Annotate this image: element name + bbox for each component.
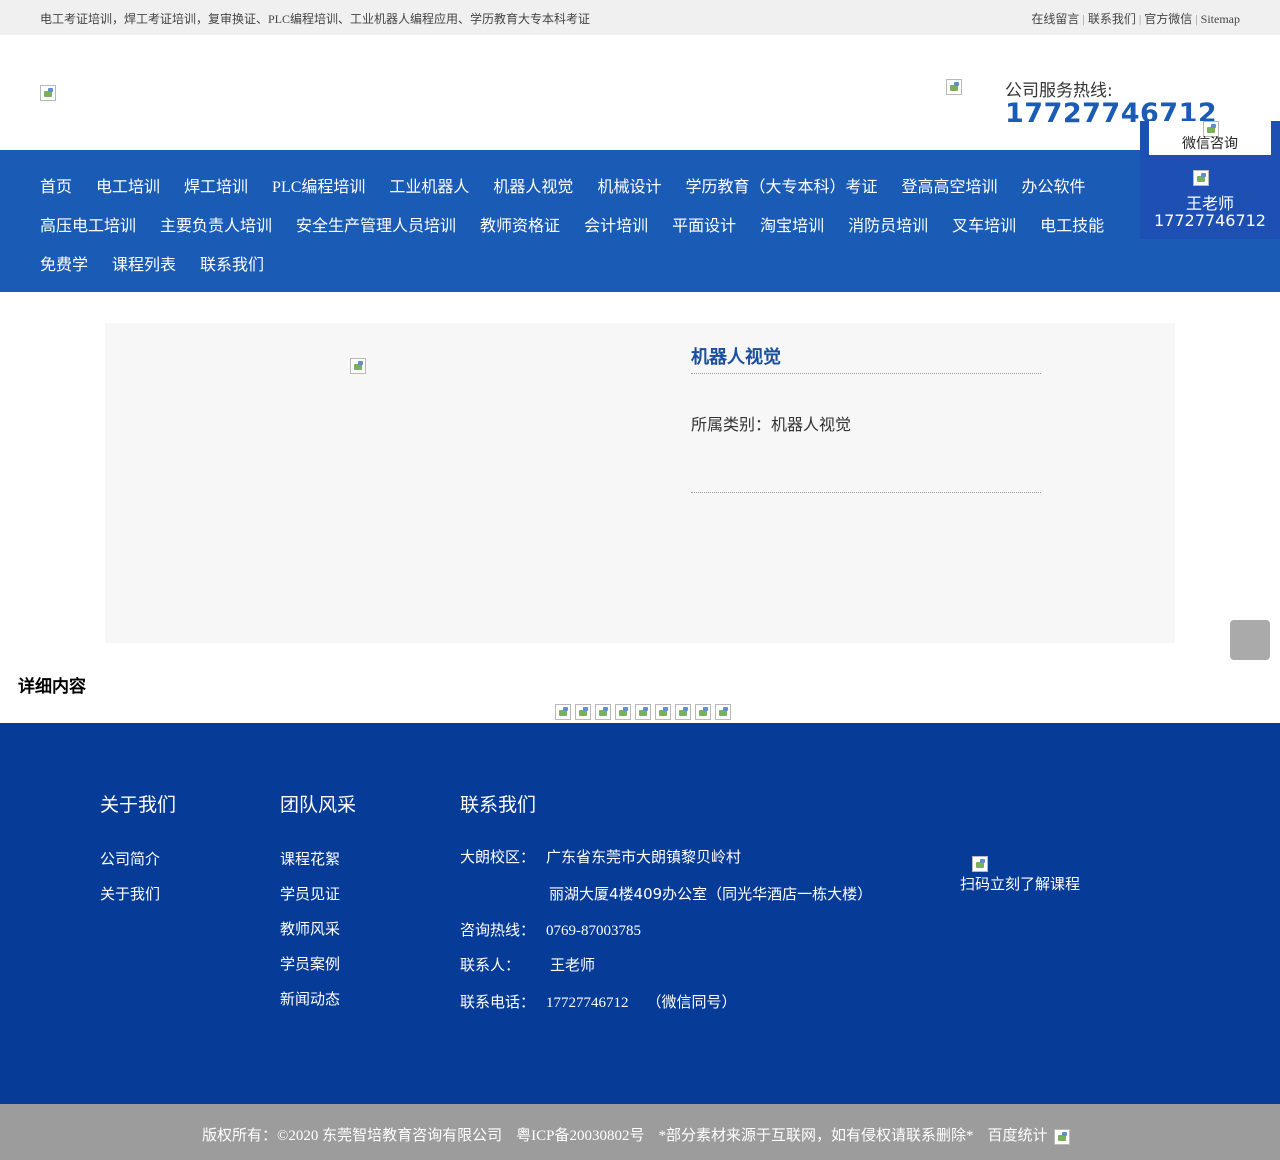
- footer-link[interactable]: 关于我们: [100, 883, 160, 904]
- detail-image: [655, 704, 671, 721]
- nav-item[interactable]: 安全生产管理人员培训: [296, 212, 456, 236]
- detail-image: [715, 704, 731, 721]
- nav-item[interactable]: 教师资格证: [480, 212, 560, 236]
- link-contact[interactable]: 联系我们: [1088, 12, 1136, 26]
- nav-item[interactable]: 高压电工培训: [40, 212, 136, 236]
- site-logo[interactable]: [40, 85, 56, 102]
- footer-link[interactable]: 课程花絮: [280, 848, 340, 869]
- link-message[interactable]: 在线留言: [1031, 12, 1079, 26]
- nav-item[interactable]: 焊工培训: [184, 173, 248, 197]
- nav-item[interactable]: 会计培训: [584, 212, 648, 236]
- nav-item[interactable]: 消防员培训: [848, 212, 928, 236]
- contact-phone-row: 联系电话： 17727746712 （微信同号）: [460, 991, 737, 1012]
- detail-heading: 详细内容: [18, 677, 86, 697]
- nav-item[interactable]: 叉车培训: [952, 212, 1016, 236]
- footer-link[interactable]: 新闻动态: [280, 988, 340, 1009]
- product-panel: 机器人视觉 所属类别：机器人视觉: [105, 323, 1175, 643]
- detail-image: [575, 704, 591, 721]
- phone-note: （微信同号）: [646, 993, 737, 1011]
- nav-item[interactable]: 主要负责人培训: [160, 212, 272, 236]
- person-label: 联系人：: [460, 956, 521, 974]
- footer-heading: 团队风采: [280, 794, 357, 816]
- campus-label: 大朗校区：: [460, 848, 536, 866]
- copyright-bar: 版权所有：©2020 东莞智培教育咨询有限公司 粤ICP备20030802号 *部分…: [0, 1104, 1280, 1160]
- nav-item[interactable]: 工业机器人: [389, 173, 469, 197]
- detail-image: [695, 704, 711, 721]
- address-line-1: 广东省东莞市大朗镇黎贝岭村: [546, 848, 742, 866]
- contact-hotline-row: 咨询热线： 0769-87003785: [460, 919, 641, 940]
- back-to-top-button[interactable]: [1230, 620, 1270, 660]
- nav-row-1: 首页 电工培训 焊工培训 PLC编程培训 工业机器人 机器人视觉 机械设计 学历教育（大专本科…: [40, 173, 1110, 197]
- footer: 关于我们 公司简介 关于我们 团队风采 课程花絮 学员见证 教师风采 学员案例 …: [0, 723, 1280, 1104]
- contact-address-row-2: 丽湖大厦4楼409办公室（同光华酒店一栋大楼）: [549, 883, 872, 904]
- main-nav: 首页 电工培训 焊工培训 PLC编程培训 工业机器人 机器人视觉 机械设计 学历教育（大专本科…: [0, 150, 1280, 292]
- detail-images: [555, 703, 735, 721]
- phone-label: 联系电话：: [460, 993, 536, 1011]
- divider: [691, 373, 1041, 374]
- person-value: 王老师: [550, 956, 596, 974]
- footer-heading: 关于我们: [100, 794, 177, 816]
- wechat-consult-label: 微信咨询: [1182, 137, 1238, 152]
- site-tagline: 电工考证培训，焊工考证培训，复审换证、PLC编程培训、工业机器人编程应用、学历教…: [40, 12, 591, 26]
- footer-link[interactable]: 学员见证: [280, 883, 340, 904]
- nav-item[interactable]: 首页: [40, 173, 72, 197]
- detail-image: [615, 704, 631, 721]
- nav-item[interactable]: 淘宝培训: [760, 212, 824, 236]
- nav-item[interactable]: 课程列表: [112, 251, 176, 275]
- nav-item[interactable]: 电工技能: [1040, 212, 1104, 236]
- nav-item[interactable]: 学历教育（大专本科）考证: [685, 173, 877, 197]
- nav-item[interactable]: PLC编程培训: [272, 173, 365, 197]
- phone-icon: [946, 79, 962, 96]
- product-category: 所属类别：机器人视觉: [691, 415, 852, 434]
- detail-image: [635, 704, 651, 721]
- top-bar: 电工考证培训，焊工考证培训，复审换证、PLC编程培训、工业机器人编程应用、学历教…: [0, 0, 1280, 35]
- footer-link[interactable]: 学员案例: [280, 953, 340, 974]
- product-image: [350, 358, 366, 374]
- nav-row-3: 免费学 课程列表 联系我们: [40, 251, 288, 275]
- nav-item[interactable]: 联系我们: [200, 251, 264, 275]
- hotline-value: 0769-87003785: [546, 923, 641, 939]
- stats-icon: [1053, 1128, 1070, 1145]
- copyright-notice: *部分素材来源于互联网，如有侵权请联系删除*: [658, 1128, 974, 1144]
- contact-phone[interactable]: 17727746712: [1140, 211, 1280, 230]
- top-links: 在线留言 | 联系我们 | 官方微信 | Sitemap: [1031, 12, 1240, 26]
- footer-heading: 联系我们: [460, 794, 537, 816]
- divider: [691, 492, 1041, 493]
- footer-link[interactable]: 公司简介: [100, 848, 160, 869]
- detail-image: [555, 704, 571, 721]
- footer-link[interactable]: 教师风采: [280, 918, 340, 939]
- phone-value: 17727746712: [546, 995, 629, 1011]
- product-title: 机器人视觉: [691, 347, 781, 368]
- phone-icon: [1193, 170, 1209, 186]
- contact-address-row: 大朗校区： 广东省东莞市大朗镇黎贝岭村: [460, 846, 741, 867]
- link-sitemap[interactable]: Sitemap: [1201, 12, 1240, 26]
- nav-item[interactable]: 平面设计: [672, 212, 736, 236]
- icp-link[interactable]: 粤ICP备20030802号: [516, 1128, 644, 1144]
- qr-code-image: [972, 856, 988, 872]
- link-wechat[interactable]: 官方微信: [1144, 12, 1192, 26]
- nav-row-2: 高压电工培训 主要负责人培训 安全生产管理人员培训 教师资格证 会计培训 平面设计 淘宝培训…: [40, 212, 1128, 236]
- detail-image: [675, 704, 691, 721]
- nav-item[interactable]: 免费学: [40, 251, 88, 275]
- nav-item[interactable]: 机器人视觉: [493, 173, 573, 197]
- wechat-consult-button[interactable]: 微信咨询: [1149, 121, 1271, 155]
- nav-item[interactable]: 机械设计: [597, 173, 661, 197]
- wechat-consult-panel[interactable]: 微信咨询 王老师 17727746712: [1140, 121, 1280, 239]
- nav-item[interactable]: 电工培训: [96, 173, 160, 197]
- nav-item[interactable]: 登高高空培训: [901, 173, 997, 197]
- contact-person-row: 联系人： 王老师: [460, 954, 595, 975]
- copyright-owner: 版权所有：©2020 东莞智培教育咨询有限公司: [202, 1128, 503, 1144]
- address-line-2: 丽湖大厦4楼409办公室（同光华酒店一栋大楼）: [549, 885, 873, 903]
- detail-image: [595, 704, 611, 721]
- qr-caption: 扫码立刻了解课程: [960, 875, 1081, 893]
- hotline-label: 咨询热线：: [460, 921, 536, 939]
- nav-item[interactable]: 办公软件: [1021, 173, 1085, 197]
- stats-link[interactable]: 百度统计: [988, 1128, 1048, 1144]
